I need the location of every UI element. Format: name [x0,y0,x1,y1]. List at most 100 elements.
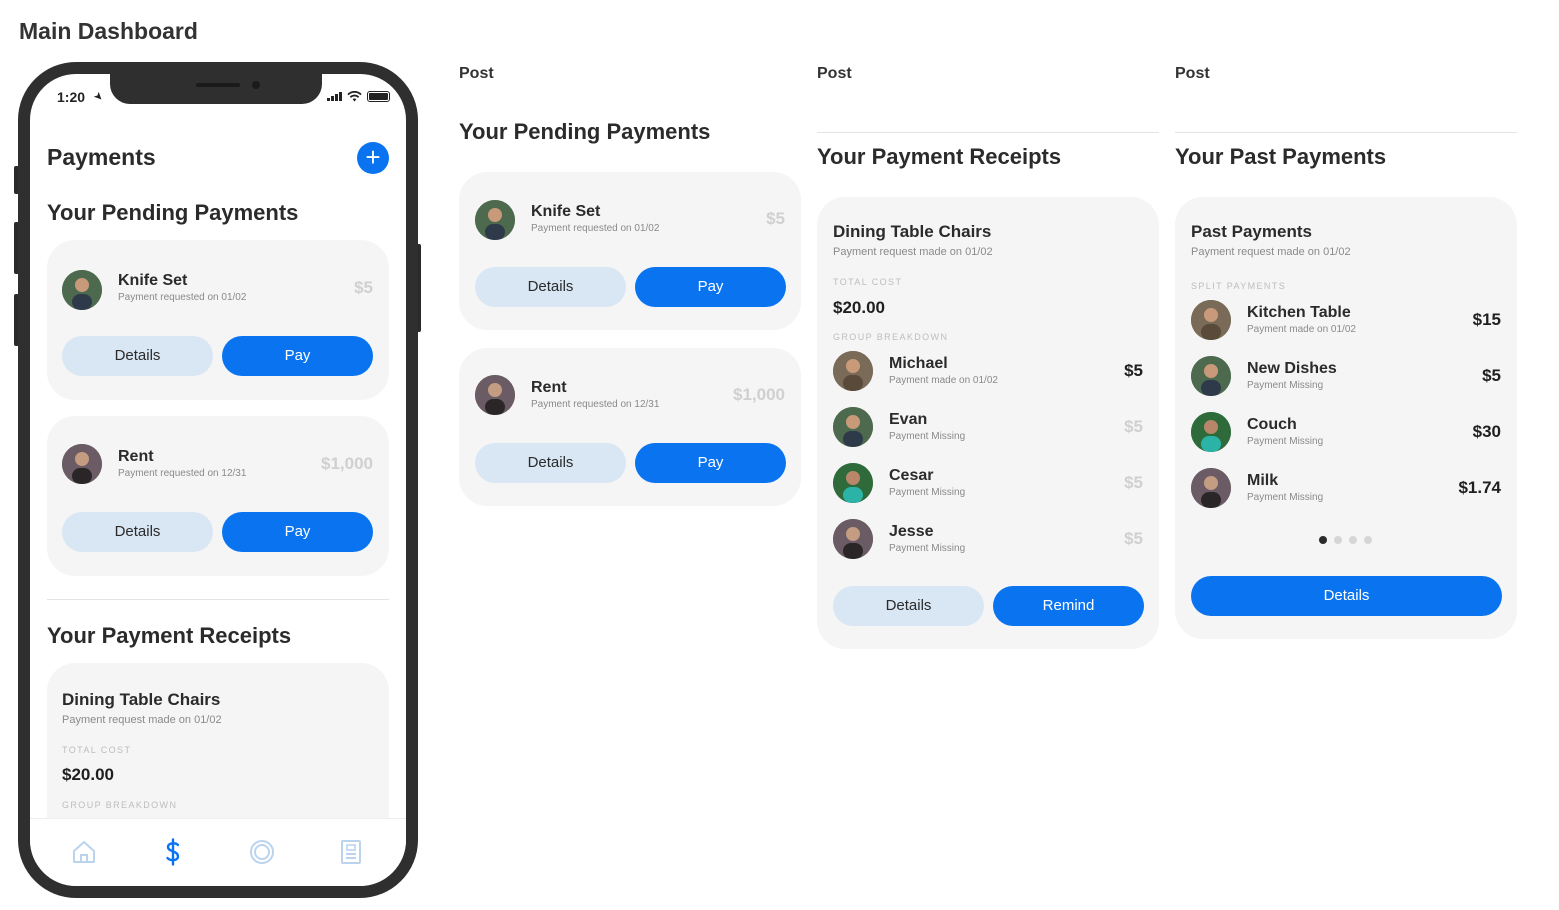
status-time: 1:20 [57,89,86,105]
phone-frame: 1:20 ➤ Payments + Your Pending Payments … [18,62,418,898]
item-name: Milk [1247,472,1279,489]
person-status: Payment made on 01/02 [889,375,998,386]
page-title: Payments [47,144,156,170]
home-icon [73,841,95,863]
phone-screen: 1:20 ➤ Payments + Your Pending Payments … [30,74,406,886]
group-breakdown-label: GROUP BREAKDOWN [833,332,949,342]
remind-button[interactable]: Remind [993,586,1144,626]
receipt-subtitle: Payment request made on 01/02 [62,714,222,726]
avatar [1191,412,1231,452]
person-status: Payment Missing [889,543,966,554]
item-subtitle: Payment requested on 01/02 [531,223,660,234]
person-amount: $5 [1124,417,1143,436]
item-name: Rent [531,379,567,396]
item-amount: $15 [1472,310,1501,329]
tab-payments[interactable] [158,837,188,867]
section-divider [47,599,389,600]
receipts-heading: Your Payment Receipts [47,623,292,648]
plus-icon: + [365,142,381,172]
item-subtitle: Payment made on 01/02 [1247,324,1356,335]
battery-icon [367,91,390,102]
avatar [62,444,102,484]
avatar [833,351,873,391]
tab-documents[interactable] [336,837,366,867]
past-payments-card: Past Payments Payment request made on 01… [1175,197,1517,639]
avatar [833,407,873,447]
details-button[interactable]: Details [62,512,213,552]
avatar [475,200,515,240]
location-arrow-icon: ➤ [90,89,106,105]
receipt-card: Dining Table Chairs Payment request made… [817,197,1159,649]
pending-card: Rent Payment requested on 12/31 $1,000 D… [47,416,389,576]
page-dot[interactable] [1364,536,1372,544]
details-button[interactable]: Details [833,586,984,626]
tab-bar [30,818,406,886]
section-divider [817,132,1159,133]
card-title: Past Payments [1191,222,1312,241]
item-subtitle: Payment Missing [1247,436,1324,447]
avatar [1191,300,1231,340]
item-amount: $1,000 [733,385,785,404]
total-cost-label: TOTAL COST [833,277,903,287]
wifi-icon [347,91,362,102]
person-name: Jesse [889,523,934,540]
person-name: Cesar [889,467,934,484]
avatar [833,463,873,503]
pay-button[interactable]: Pay [635,443,786,483]
circle-icon [250,840,274,864]
card-subtitle: Payment request made on 01/02 [1191,246,1351,258]
item-subtitle: Payment requested on 01/02 [118,292,247,303]
item-amount: $1,000 [321,454,373,473]
item-name: Kitchen Table [1247,304,1351,321]
total-cost-label: TOTAL COST [62,745,132,755]
person-amount: $5 [1124,529,1143,548]
document-icon [341,840,361,864]
panel-heading: Your Payment Receipts [817,144,1062,169]
cellular-signal-icon [327,92,342,101]
notch-camera [252,81,260,89]
pay-button[interactable]: Pay [635,267,786,307]
total-cost: $20.00 [833,298,885,317]
receipt-subtitle: Payment request made on 01/02 [833,246,993,258]
pay-button[interactable]: Pay [222,512,373,552]
panel-heading: Your Pending Payments [459,119,711,144]
details-button[interactable]: Details [1191,576,1502,616]
section-divider [1175,132,1517,133]
page-dot[interactable] [1349,536,1357,544]
avatar [1191,468,1231,508]
details-button[interactable]: Details [475,267,626,307]
panel-label: Post [459,65,494,82]
add-payment-button[interactable]: + [357,142,389,174]
item-amount: $30 [1472,422,1501,441]
item-name: Couch [1247,416,1297,433]
avatar [1191,356,1231,396]
notch-speaker [196,83,240,87]
person-status: Payment Missing [889,431,966,442]
receipt-title: Dining Table Chairs [62,690,221,709]
page-dot[interactable] [1334,536,1342,544]
board-title: Main Dashboard [19,18,198,44]
phone-notch [110,74,322,104]
receipt-title: Dining Table Chairs [833,222,992,241]
details-button[interactable]: Details [475,443,626,483]
avatar [475,375,515,415]
person-amount: $5 [1124,473,1143,492]
panel-heading: Your Past Payments [1175,144,1387,169]
details-button[interactable]: Details [62,336,213,376]
tab-home[interactable] [69,837,99,867]
person-name: Michael [889,355,948,372]
status-icons [327,91,390,102]
avatar [833,519,873,559]
item-subtitle: Payment requested on 12/31 [531,399,660,410]
person-name: Evan [889,411,928,428]
item-subtitle: Payment Missing [1247,380,1324,391]
split-payments-label: SPLIT PAYMENTS [1191,281,1287,291]
item-name: New Dishes [1247,360,1337,377]
item-amount: $1.74 [1458,478,1501,497]
pay-button[interactable]: Pay [222,336,373,376]
tab-activity[interactable] [247,837,277,867]
item-name: Knife Set [118,272,188,289]
dollar-icon [166,838,180,866]
item-amount: $5 [766,209,785,228]
page-dot[interactable] [1319,536,1327,544]
